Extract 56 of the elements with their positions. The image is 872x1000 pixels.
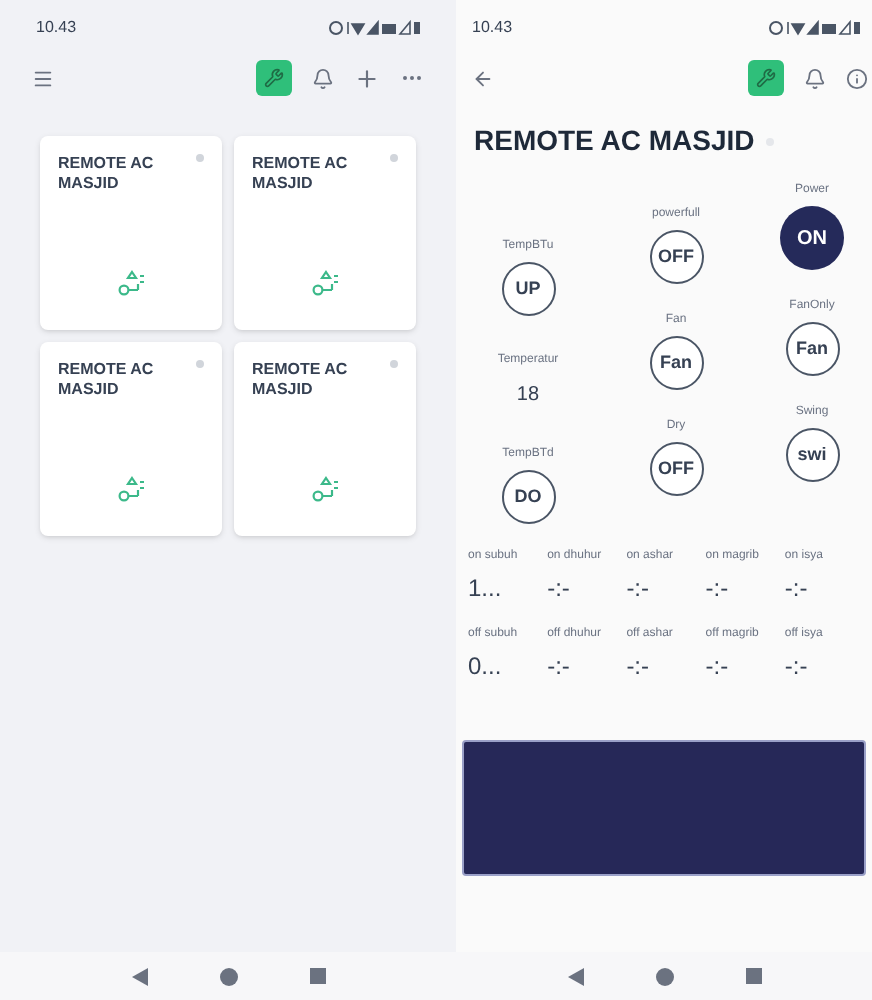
device-card[interactable]: REMOTE AC MASJID [40,136,222,330]
temperature-value: 18 [516,382,540,410]
status-dot-icon [196,360,204,368]
home-nav-icon[interactable] [655,967,673,985]
info-icon[interactable] [846,67,868,89]
schedule-time[interactable]: -:- [784,648,860,684]
recents-nav-icon[interactable] [309,968,325,984]
schedule-time[interactable]: -:- [626,570,702,606]
device-title: REMOTE AC MASJID [474,122,755,160]
status-time: 10.43 [472,16,513,40]
remote-device-icon [117,270,145,296]
remote-button[interactable] [256,60,292,96]
wrench-icon [756,68,776,88]
schedule-time[interactable]: -:- [784,570,860,606]
status-time: 10.43 [36,16,77,40]
schedule-time[interactable]: -:- [626,648,702,684]
wrench-icon [264,68,284,88]
device-name: REMOTE AC MASJID [252,360,350,400]
menu-icon[interactable] [32,67,54,89]
add-icon[interactable] [354,65,380,91]
remote-device-icon [117,476,145,502]
device-card[interactable]: REMOTE AC MASJID [234,136,416,330]
control-button[interactable]: OFF [649,442,703,496]
control-button[interactable]: ON [780,206,844,270]
control-button[interactable]: OFF [649,230,703,284]
schedule-time[interactable]: 0... [468,648,544,684]
control-button[interactable]: Fan [785,322,839,376]
status-dot-icon [196,154,204,162]
home-nav-icon[interactable] [219,967,237,985]
control-button[interactable]: Fan [649,336,703,390]
remote-device-icon [311,270,339,296]
remote-button[interactable] [748,60,784,96]
remote-device-icon [311,476,339,502]
status-icons [768,20,860,36]
device-card[interactable]: REMOTE AC MASJID [40,342,222,536]
device-name: REMOTE AC MASJID [58,360,156,400]
status-dot-icon [390,154,398,162]
back-icon[interactable] [472,67,494,89]
schedule-time[interactable]: 1... [468,570,544,606]
schedule-time[interactable]: -:- [705,570,781,606]
status-icons [328,20,420,36]
schedule-time[interactable]: -:- [547,648,623,684]
control-button[interactable]: UP [501,262,555,316]
control-button[interactable]: DO [501,470,555,524]
device-name: REMOTE AC MASJID [252,154,350,194]
schedule-time[interactable]: -:- [705,648,781,684]
status-dot-icon [390,360,398,368]
control-button[interactable]: swi [785,428,839,482]
recents-nav-icon[interactable] [745,968,761,984]
bell-icon[interactable] [804,67,826,89]
back-nav-icon[interactable] [567,967,583,985]
device-name: REMOTE AC MASJID [58,154,156,194]
schedule-time[interactable]: -:- [547,570,623,606]
bell-icon[interactable] [312,67,334,89]
device-card[interactable]: REMOTE AC MASJID [234,342,416,536]
back-nav-icon[interactable] [131,967,147,985]
